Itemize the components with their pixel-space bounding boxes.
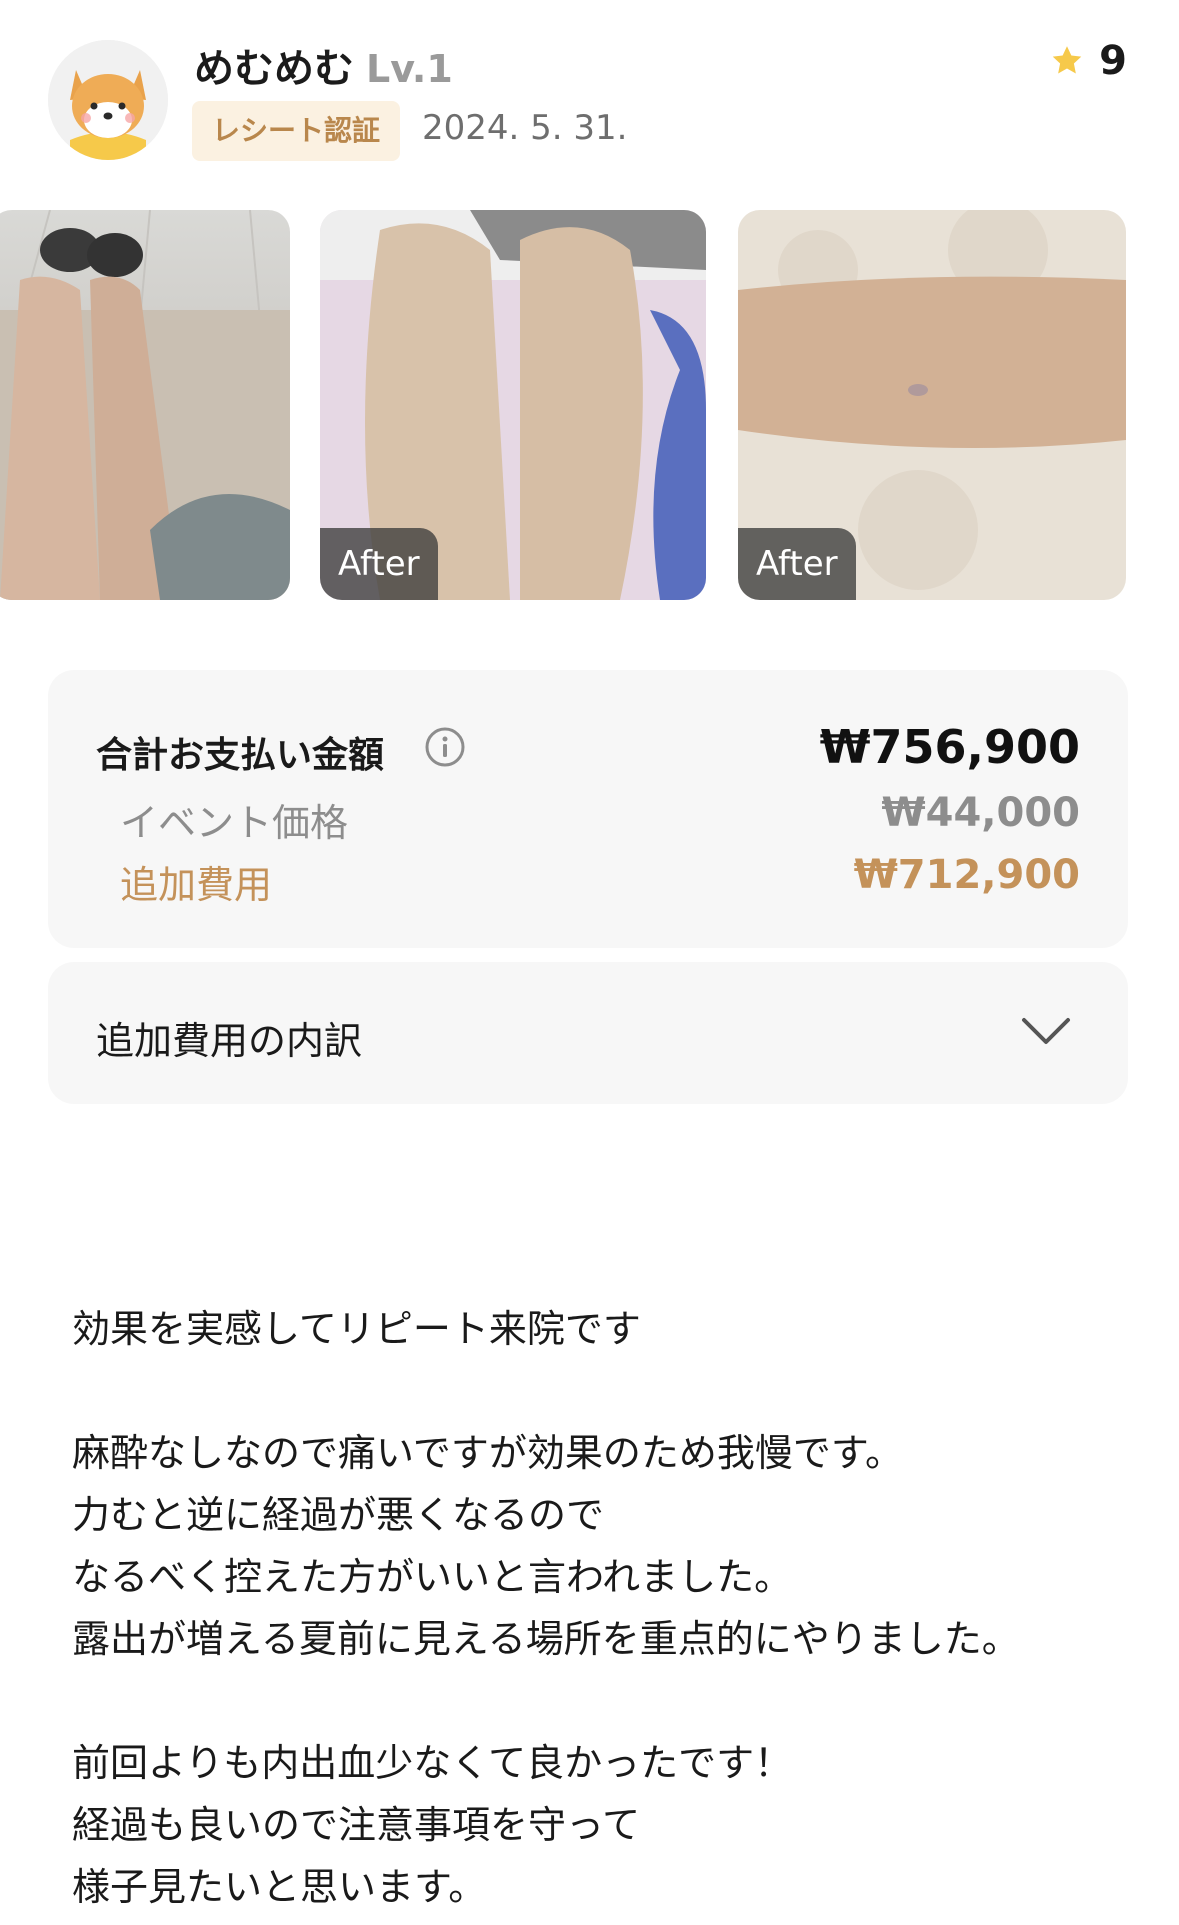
- chevron-down-icon: [1022, 1018, 1070, 1044]
- star-icon: [1052, 46, 1082, 74]
- post-date: 2024. 5. 31.: [422, 108, 628, 148]
- additional-cost-breakdown-toggle[interactable]: 追加費用の内訳: [48, 962, 1128, 1104]
- review-photo-1[interactable]: [0, 210, 290, 600]
- total-payment-amount: ₩756,900: [819, 720, 1080, 774]
- review-photo-2[interactable]: After: [320, 210, 706, 600]
- additional-cost-amount: ₩712,900: [853, 852, 1080, 898]
- review-body: 効果を実感してリピート来院です 麻酔なしなので痛いですが効果のため我慢です。 力…: [72, 1307, 1020, 1909]
- review-photo-3[interactable]: After: [738, 210, 1126, 600]
- info-icon[interactable]: [424, 726, 466, 768]
- rating-value: 9: [1099, 38, 1127, 84]
- additional-cost-label: 追加費用: [120, 863, 273, 907]
- avatar[interactable]: [48, 40, 168, 160]
- total-payment-label: 合計お支払い金額: [96, 735, 385, 776]
- event-price-amount: ₩44,000: [881, 790, 1080, 836]
- legs-photo-image: [0, 210, 290, 600]
- breakdown-label: 追加費用の内訳: [96, 1019, 363, 1063]
- payment-summary: 合計お支払い金額 ₩756,900 イベント価格 ₩44,000 追加費用 ₩7…: [48, 670, 1128, 948]
- rating: 9: [1049, 38, 1127, 84]
- shiba-dog-icon: [48, 40, 168, 160]
- photo-after-tag: After: [738, 528, 856, 600]
- photo-after-tag: After: [320, 528, 438, 600]
- username[interactable]: めむめむ Lv.1: [194, 36, 453, 94]
- receipt-verified-badge: レシート認証: [192, 101, 401, 161]
- username-text: めむめむ: [194, 46, 354, 92]
- user-level: Lv.1: [366, 47, 453, 91]
- event-price-label: イベント価格: [120, 801, 349, 845]
